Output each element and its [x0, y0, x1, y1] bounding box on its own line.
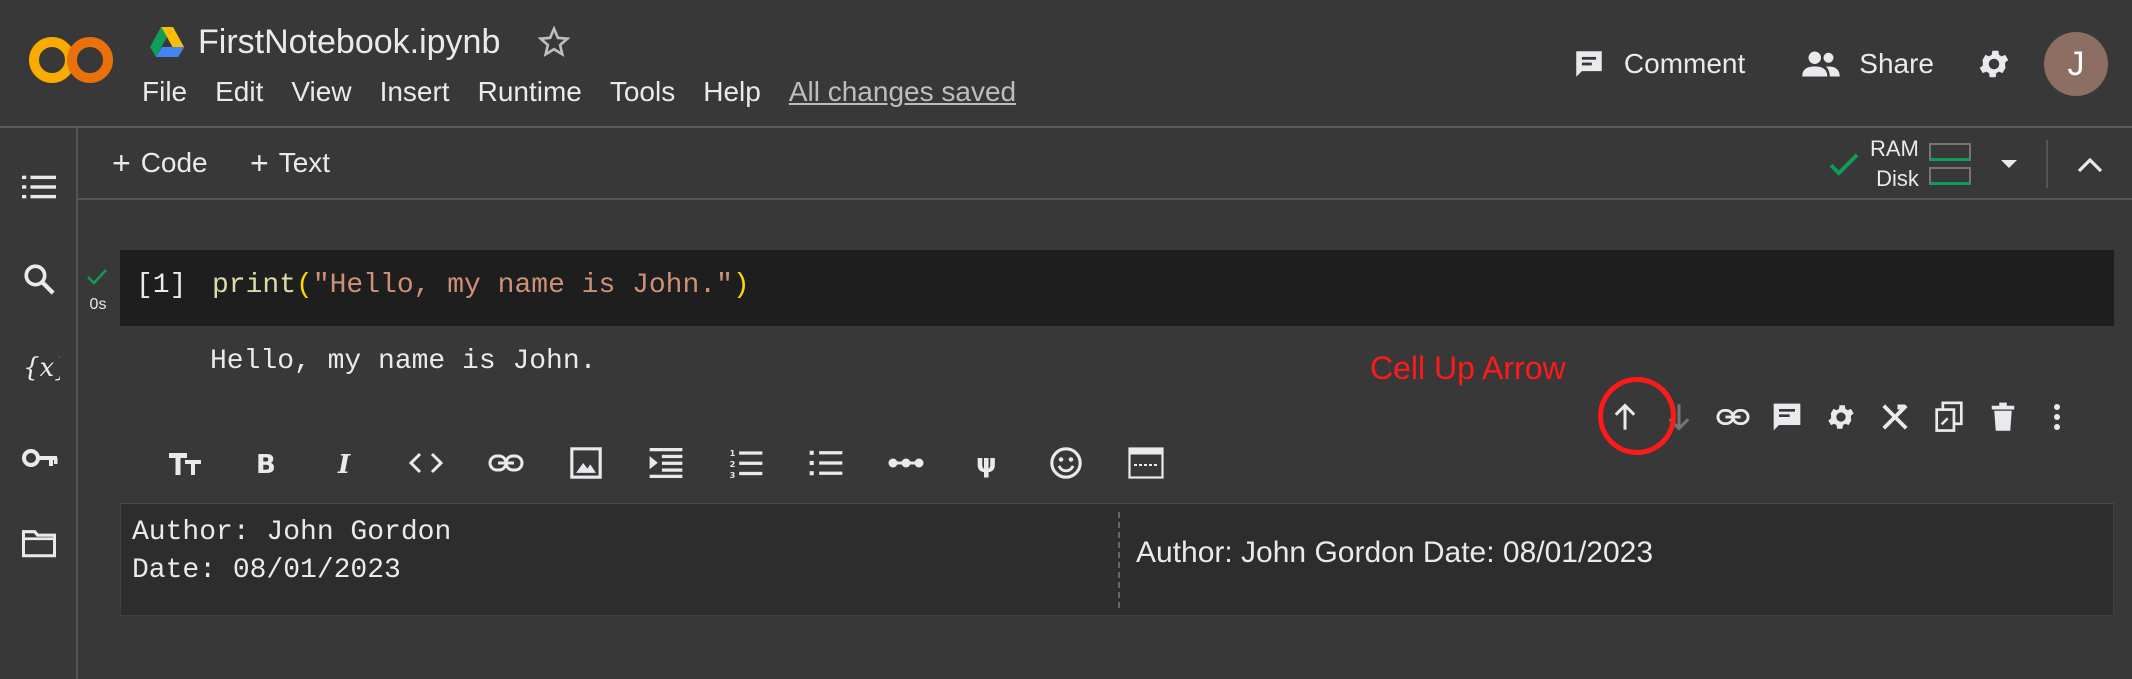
plus-icon: + [112, 145, 131, 181]
link-icon[interactable] [466, 453, 546, 473]
bulleted-list-icon[interactable] [786, 448, 866, 478]
notebook-title[interactable]: FirstNotebook.ipynb [198, 23, 500, 62]
close-editor-icon[interactable] [1868, 402, 1922, 432]
header-actions: Comment Share J [1572, 28, 2132, 100]
chevron-down-icon[interactable] [1999, 158, 2019, 170]
table-of-contents-icon[interactable] [22, 172, 56, 202]
svg-text:ψ: ψ [976, 449, 997, 478]
search-icon[interactable] [22, 262, 56, 296]
execution-count: [1] [136, 270, 187, 301]
add-comment-icon[interactable] [1760, 401, 1814, 433]
menu-insert[interactable]: Insert [380, 76, 450, 108]
files-folder-icon[interactable] [22, 528, 56, 558]
colab-logo[interactable]: CO [28, 32, 114, 88]
comment-label: Comment [1623, 48, 1746, 79]
variables-icon[interactable]: {x} [22, 350, 60, 384]
share-label: Share [1859, 48, 1934, 79]
annotation-label: Cell Up Arrow [1370, 350, 1566, 386]
markdown-preview: Author: John Gordon Date: 08/01/2023 [1136, 536, 1654, 569]
resource-monitor[interactable]: RAM Disk [1828, 134, 2019, 194]
heading-text-size-icon[interactable] [146, 449, 226, 477]
star-icon[interactable] [538, 26, 571, 58]
copy-link-icon[interactable] [1706, 407, 1760, 427]
left-sidebar: {x} [0, 128, 78, 679]
svg-text:2: 2 [730, 459, 736, 469]
latex-psi-icon[interactable]: ψ [946, 448, 1026, 478]
menu-tools[interactable]: Tools [610, 76, 675, 108]
menu-runtime[interactable]: Runtime [478, 76, 582, 108]
comment-icon [1572, 47, 1624, 81]
add-code-label: Code [140, 147, 208, 178]
menu-file[interactable]: File [142, 76, 187, 108]
add-text-label: Text [278, 147, 331, 178]
disk-label: Disk [1876, 166, 1919, 191]
horizontal-rule-icon[interactable] [866, 457, 946, 469]
disk-meter [1928, 167, 1971, 185]
title-row: FirstNotebook.ipynb [150, 18, 571, 66]
secrets-key-icon[interactable] [22, 446, 58, 470]
markdown-source-line: Author: John Gordon [132, 517, 452, 548]
code-editor-line[interactable]: print("Hello, my name is John.") [212, 270, 750, 301]
code-string: "Hello, my name is John." [312, 270, 733, 301]
italic-icon[interactable]: I [306, 449, 386, 477]
resource-labels: RAM Disk [1870, 134, 1919, 194]
svg-text:I: I [337, 450, 351, 477]
code-paren-open: ( [296, 270, 313, 301]
mirror-cell-icon[interactable] [1922, 401, 1976, 433]
svg-text:1: 1 [730, 448, 736, 458]
connected-check-icon [1828, 151, 1860, 177]
menu-edit[interactable]: Edit [215, 76, 263, 108]
cell-output: Hello, my name is John. [210, 346, 597, 377]
plus-icon: + [250, 145, 269, 181]
markdown-source-line: Date: 08/01/2023 [132, 555, 401, 586]
numbered-list-icon[interactable]: 123 [706, 448, 786, 478]
drive-icon[interactable] [150, 27, 184, 57]
editor-preview-divider [1118, 512, 1120, 608]
menu-help[interactable]: Help [703, 76, 761, 108]
svg-text:{x}: {x} [23, 353, 60, 383]
insert-image-icon[interactable] [546, 446, 626, 480]
toolbar-divider [2046, 140, 2048, 188]
code-paren-close: ) [732, 270, 750, 301]
comment-button[interactable]: Comment [1572, 47, 1745, 81]
run-duration: 0s [89, 296, 107, 313]
more-options-icon[interactable] [2030, 403, 2084, 431]
cell-settings-gear-icon[interactable] [1814, 401, 1868, 433]
collapse-header-chevron-up-icon[interactable] [2076, 156, 2104, 174]
share-people-icon [1801, 49, 1859, 79]
ram-meter [1928, 143, 1971, 161]
menu-view[interactable]: View [291, 76, 351, 108]
menu-bar: File Edit View Insert Runtime Tools Help… [142, 76, 1016, 108]
user-avatar[interactable]: J [2044, 32, 2108, 96]
svg-text:B: B [256, 450, 276, 477]
preview-toggle-icon[interactable] [1106, 446, 1186, 479]
delete-trash-icon[interactable] [1976, 402, 2030, 432]
indent-icon[interactable] [626, 447, 706, 478]
bold-icon[interactable]: B [226, 449, 306, 477]
share-button[interactable]: Share [1801, 48, 1934, 80]
save-status-link[interactable]: All changes saved [789, 76, 1016, 108]
settings-gear-icon[interactable] [1976, 46, 2012, 82]
add-code-cell-button[interactable]: + Code [112, 147, 208, 179]
resource-meters [1928, 137, 1971, 191]
annotation-highlight-circle [1598, 377, 1676, 455]
code-brackets-icon[interactable] [386, 451, 466, 475]
emoji-icon[interactable] [1026, 446, 1106, 480]
ram-label: RAM [1870, 136, 1919, 161]
add-text-cell-button[interactable]: + Text [250, 147, 330, 179]
code-function: print [212, 270, 297, 301]
notebook-toolbar [78, 128, 2132, 200]
svg-text:3: 3 [730, 470, 736, 478]
markdown-source-editor[interactable]: Author: John Gordon Date: 08/01/2023 [132, 514, 451, 590]
run-success-check-icon[interactable] [86, 268, 108, 286]
